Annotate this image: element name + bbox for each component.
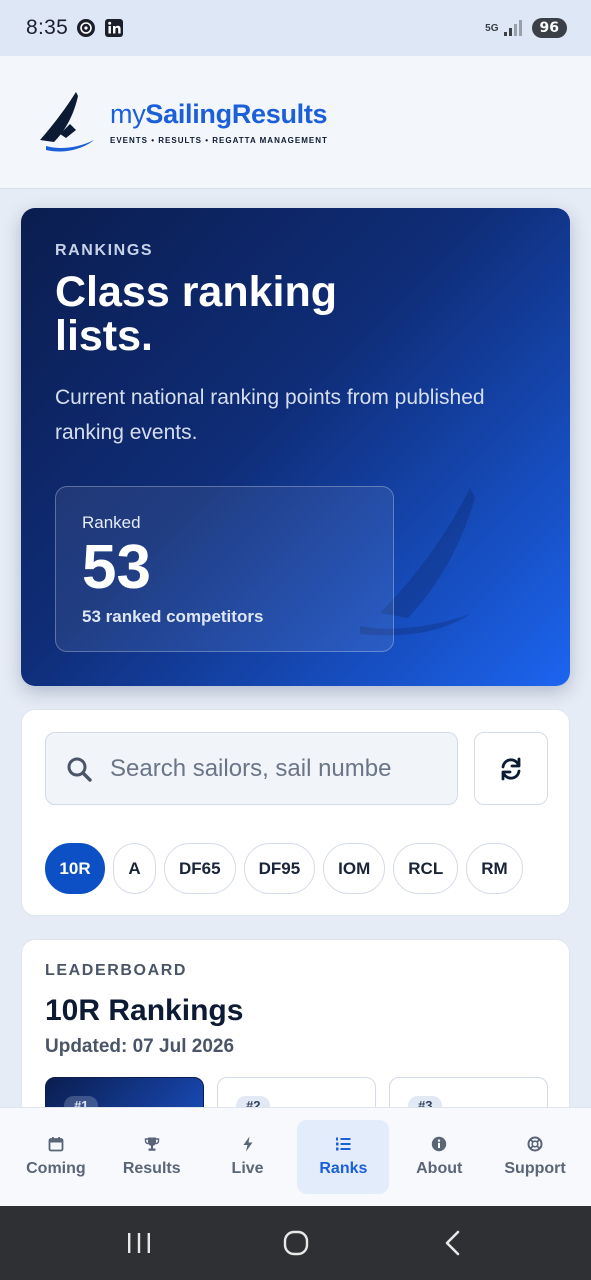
nav-results[interactable]: Results (106, 1120, 198, 1194)
back-button[interactable] (433, 1223, 473, 1263)
filter-card: 10R A DF65 DF95 IOM RCL RM (21, 709, 570, 916)
app-notification-icon (76, 18, 96, 38)
hero-eyebrow: RANKINGS (55, 242, 154, 259)
refresh-icon (501, 757, 521, 780)
chip-a[interactable]: A (113, 843, 156, 894)
brand-wordmark: mySailingResults EVENTS • RESULTS • REGA… (110, 99, 328, 145)
home-button[interactable] (276, 1223, 316, 1263)
nav-live[interactable]: Live (202, 1120, 294, 1194)
leaderboard-updated: Updated: 07 Jul 2026 (45, 1036, 235, 1057)
nav-ranks[interactable]: Ranks (297, 1120, 390, 1194)
ranked-stat-label: Ranked (82, 513, 141, 532)
search-box[interactable] (45, 732, 458, 805)
status-bar: 8:35 5G 96 (0, 0, 591, 56)
brand-name: mySailingResults (110, 99, 328, 130)
back-icon (445, 1230, 459, 1256)
nav-about[interactable]: About (393, 1120, 485, 1194)
status-time: 8:35 (26, 16, 69, 39)
app-header: mySailingResults EVENTS • RESULTS • REGA… (0, 56, 591, 189)
chip-df65[interactable]: DF65 (164, 843, 236, 894)
nav-support[interactable]: Support (489, 1120, 581, 1194)
rankings-hero-card: RANKINGS Class ranking lists. Current na… (21, 208, 570, 686)
home-icon (283, 1230, 308, 1256)
hero-title: Class ranking lists. (55, 268, 337, 360)
signal-icon (503, 20, 522, 36)
ranked-stat-value: 53 (82, 533, 151, 602)
bolt-icon (243, 1136, 253, 1152)
system-nav-bar (0, 1206, 591, 1280)
ranked-stat-caption: 53 ranked competitors (82, 607, 264, 626)
nav-label: Support (504, 1160, 566, 1177)
nav-label: Results (122, 1160, 181, 1177)
nav-label: Ranks (319, 1160, 368, 1177)
recents-button[interactable] (119, 1223, 159, 1263)
info-icon (432, 1136, 447, 1152)
status-left: 8:35 (26, 16, 124, 40)
search-icon (67, 757, 92, 782)
calendar-icon (48, 1137, 64, 1152)
nav-label: Coming (26, 1160, 86, 1177)
brand-tagline: EVENTS • RESULTS • REGATTA MANAGEMENT (110, 136, 328, 145)
nav-label: About (416, 1160, 463, 1177)
nav-coming[interactable]: Coming (10, 1120, 102, 1194)
lifebuoy-icon (527, 1136, 543, 1152)
network-label: 5G (485, 22, 499, 34)
trophy-icon (144, 1137, 159, 1151)
chip-rcl[interactable]: RCL (393, 843, 459, 894)
battery-indicator: 96 (531, 18, 567, 38)
recents-icon (127, 1233, 150, 1253)
leaderboard-eyebrow: LEADERBOARD (45, 962, 188, 979)
linkedin-icon (104, 18, 124, 38)
search-input[interactable] (110, 754, 430, 783)
leaderboard-title: 10R Rankings (45, 994, 244, 1027)
chip-iom[interactable]: IOM (323, 843, 386, 894)
chip-10r[interactable]: 10R (45, 843, 105, 894)
chip-rm[interactable]: RM (466, 843, 523, 894)
status-right: 5G 96 (485, 18, 567, 38)
ranked-stat-card: Ranked 53 53 ranked competitors (55, 486, 394, 652)
brand-main: SailingResults (145, 99, 328, 129)
bottom-nav: Coming Results Live Ranks About Support (0, 1107, 591, 1206)
network-icon: 5G (485, 19, 523, 37)
list-ol-icon (336, 1137, 351, 1151)
nav-label: Live (231, 1160, 264, 1177)
brand-prefix: my (110, 99, 146, 129)
refresh-button[interactable] (474, 732, 548, 805)
sail-logo-icon (40, 92, 94, 152)
chip-df95[interactable]: DF95 (243, 843, 316, 894)
hero-subtitle: Current national ranking points from pub… (55, 386, 485, 444)
class-chips: 10R A DF65 DF95 IOM RCL RM (45, 843, 523, 894)
